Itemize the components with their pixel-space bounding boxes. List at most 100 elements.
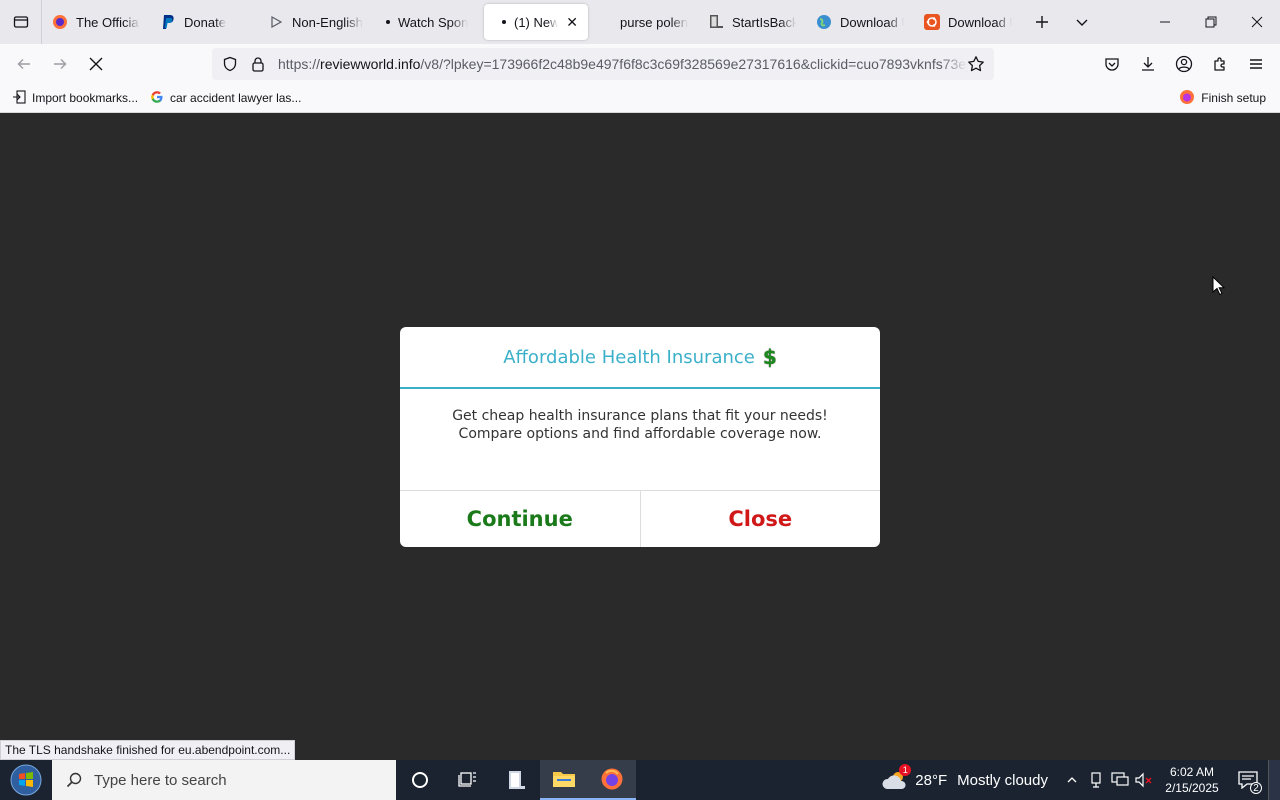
tab-title: Non-English xyxy=(292,14,363,30)
chevron-up-icon xyxy=(1067,777,1077,783)
weather-widget[interactable]: 1 28°F Mostly cloudy xyxy=(881,764,1048,792)
tab-6[interactable]: StartIsBack: xyxy=(698,4,806,40)
restore-button[interactable] xyxy=(1188,0,1234,44)
toolbar-right-buttons xyxy=(1094,48,1274,80)
tab-title: purse polen xyxy=(620,14,688,30)
bookmarks-toolbar: Import bookmarks... car accident lawyer … xyxy=(0,84,1280,113)
tray-device-button[interactable] xyxy=(1084,760,1108,800)
google-icon xyxy=(150,90,164,107)
list-all-tabs-button[interactable] xyxy=(1062,4,1102,40)
start-button[interactable] xyxy=(0,760,52,800)
app-menu-button[interactable] xyxy=(1238,48,1274,80)
status-bar: The TLS handshake finished for eu.abendp… xyxy=(0,740,296,760)
firefox-tab-icon xyxy=(52,14,68,30)
page-content: Affordable Health Insurance $ Get cheap … xyxy=(0,113,1280,760)
pocket-icon xyxy=(1105,58,1119,71)
stop-loading-button[interactable] xyxy=(78,48,114,80)
download-icon xyxy=(1142,57,1154,71)
plus-icon xyxy=(1036,16,1048,28)
extensions-button[interactable] xyxy=(1202,48,1238,80)
tab-title: StartIsBack: xyxy=(732,14,796,30)
tab-title: Download U xyxy=(948,14,1012,30)
stop-icon xyxy=(89,57,103,71)
tab-3[interactable]: Watch Spon xyxy=(376,4,484,40)
finish-setup-button[interactable]: Finish setup xyxy=(1173,86,1272,110)
tab-0[interactable]: The Official xyxy=(42,4,150,40)
dot-icon xyxy=(386,20,390,24)
tab-strip: The Official Donate Non-English Watch Sp… xyxy=(0,0,1280,44)
task-view-button[interactable] xyxy=(444,760,492,800)
continue-button[interactable]: Continue xyxy=(400,491,641,547)
dialog-header: Affordable Health Insurance $ xyxy=(400,327,880,389)
url-host: reviewworld.info xyxy=(320,56,421,72)
ubuntu-icon xyxy=(924,14,940,30)
volume-button[interactable] xyxy=(1132,760,1156,800)
forward-button[interactable] xyxy=(42,48,78,80)
pocket-button[interactable] xyxy=(1094,48,1130,80)
show-desktop-button[interactable] xyxy=(1268,760,1280,800)
mouse-cursor-icon xyxy=(1212,276,1226,296)
clock[interactable]: 6:02 AM 2/15/2025 xyxy=(1156,764,1228,796)
tab-1[interactable]: Donate xyxy=(150,4,258,40)
search-icon xyxy=(66,772,82,788)
folder-icon xyxy=(553,772,575,787)
tab-title: Donate xyxy=(184,14,226,30)
restore-icon xyxy=(1205,16,1217,28)
play-icon xyxy=(268,14,284,30)
network-button[interactable] xyxy=(1108,760,1132,800)
tab-title: Download U xyxy=(840,14,904,30)
window-controls xyxy=(1142,0,1280,44)
search-placeholder: Type here to search xyxy=(94,771,227,789)
hamburger-menu-icon xyxy=(1250,59,1262,69)
tab-overview-button[interactable] xyxy=(0,0,42,44)
navigation-toolbar: https://reviewworld.info/v8/?lpkey=17396… xyxy=(0,44,1280,84)
weather-badge: 1 xyxy=(899,764,912,776)
new-tab-button[interactable] xyxy=(1022,4,1062,40)
tab-2[interactable]: Non-English xyxy=(258,4,376,40)
taskbar-app-file-explorer[interactable] xyxy=(540,760,588,800)
notification-count: 2 xyxy=(1250,782,1262,794)
taskbar-search-box[interactable]: Type here to search xyxy=(52,760,396,800)
money-icon: $ xyxy=(762,345,777,369)
dialog-title: Affordable Health Insurance xyxy=(503,346,755,368)
close-window-button[interactable] xyxy=(1234,0,1280,44)
tab-close-icon[interactable]: ✕ xyxy=(566,14,578,31)
cloudy-weather-icon: 1 xyxy=(881,764,912,792)
address-bar[interactable]: https://reviewworld.info/v8/?lpkey=17396… xyxy=(212,48,994,80)
show-hidden-icons-button[interactable] xyxy=(1060,760,1084,800)
close-button[interactable]: Close xyxy=(641,491,881,547)
tab-actions xyxy=(1022,4,1102,40)
tab-7[interactable]: Download U xyxy=(806,4,914,40)
finish-setup-label: Finish setup xyxy=(1201,91,1266,105)
action-center-button[interactable]: 2 xyxy=(1228,760,1268,800)
task-view-icon xyxy=(458,772,476,787)
cortana-button[interactable] xyxy=(396,760,444,800)
taskbar-app-firefox[interactable] xyxy=(588,760,636,800)
startisback-icon xyxy=(708,14,724,30)
tab-8[interactable]: Download U xyxy=(914,4,1022,40)
back-arrow-icon xyxy=(17,59,30,69)
bookmark-import[interactable]: Import bookmarks... xyxy=(6,86,144,110)
usb-device-icon xyxy=(1091,772,1101,788)
book-app-icon xyxy=(509,771,525,789)
bookmark-car-accident[interactable]: car accident lawyer las... xyxy=(144,86,307,110)
close-icon xyxy=(1251,16,1263,28)
firefox-icon xyxy=(601,768,623,790)
back-button[interactable] xyxy=(6,48,42,80)
bookmark-star-icon[interactable] xyxy=(962,48,990,80)
taskbar-app-startisback[interactable] xyxy=(492,760,540,800)
account-button[interactable] xyxy=(1166,48,1202,80)
minimize-icon xyxy=(1160,21,1170,23)
minimize-button[interactable] xyxy=(1142,0,1188,44)
url-path: /v8/?lpkey=173966f2c48b9e497f6f8c3c69f32… xyxy=(420,56,968,72)
lock-icon[interactable] xyxy=(244,48,272,80)
tab-title: The Official xyxy=(76,14,140,30)
tab-5[interactable]: purse polen xyxy=(588,4,698,40)
forward-arrow-icon xyxy=(54,59,67,69)
tab-4-active[interactable]: (1) New n ✕ xyxy=(484,4,588,40)
tracking-protection-shield-icon[interactable] xyxy=(216,48,244,80)
firefox-icon xyxy=(1179,89,1195,108)
downloads-button[interactable] xyxy=(1130,48,1166,80)
import-icon xyxy=(12,89,26,107)
dialog-text-line-1: Get cheap health insurance plans that fi… xyxy=(452,408,828,424)
